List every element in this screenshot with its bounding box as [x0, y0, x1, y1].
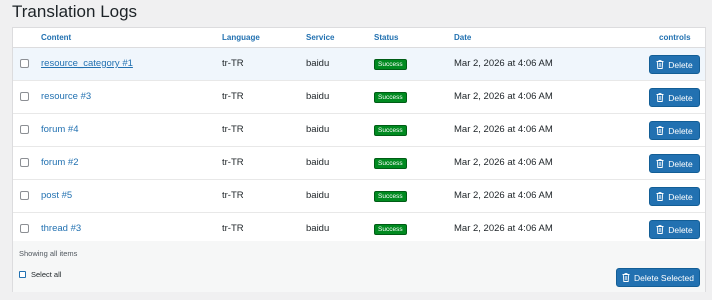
- trash-icon: [622, 273, 630, 282]
- language-cell: tr-TR: [222, 157, 244, 168]
- select-all[interactable]: Select all: [19, 270, 61, 279]
- row-checkbox[interactable]: [20, 59, 29, 68]
- date-cell: Mar 2, 2026 at 4:06 AM: [454, 124, 553, 135]
- status-badge: Success: [374, 125, 407, 136]
- trash-icon: [656, 225, 664, 234]
- table-header: Content Language Service Status Date con…: [13, 28, 705, 48]
- content-link[interactable]: forum #2: [41, 157, 79, 168]
- date-cell: Mar 2, 2026 at 4:06 AM: [454, 157, 553, 168]
- column-header-language[interactable]: Language: [222, 33, 260, 42]
- date-cell: Mar 2, 2026 at 4:06 AM: [454, 190, 553, 201]
- column-header-content[interactable]: Content: [41, 33, 71, 42]
- delete-selected-label: Delete Selected: [633, 272, 694, 283]
- delete-button[interactable]: Delete: [649, 55, 700, 74]
- service-cell: baidu: [306, 58, 330, 69]
- table-row: forum #4 tr-TR baidu Success Mar 2, 2026…: [13, 114, 705, 147]
- trash-icon: [656, 126, 664, 135]
- delete-button[interactable]: Delete: [649, 187, 700, 206]
- delete-button-label: Delete: [668, 92, 693, 103]
- content-link[interactable]: thread #3: [41, 223, 81, 234]
- row-checkbox[interactable]: [20, 224, 29, 233]
- delete-selected-button[interactable]: Delete Selected: [616, 268, 700, 287]
- date-cell: Mar 2, 2026 at 4:06 AM: [454, 223, 553, 234]
- delete-button-label: Delete: [668, 59, 693, 70]
- column-header-date[interactable]: Date: [454, 33, 471, 42]
- table-row: forum #2 tr-TR baidu Success Mar 2, 2026…: [13, 147, 705, 180]
- language-cell: tr-TR: [222, 124, 244, 135]
- select-all-checkbox[interactable]: [19, 271, 26, 278]
- delete-button[interactable]: Delete: [649, 88, 700, 107]
- page-title: Translation Logs: [12, 2, 138, 21]
- translation-logs-table: Content Language Service Status Date con…: [12, 27, 706, 292]
- row-checkbox[interactable]: [20, 191, 29, 200]
- delete-button-label: Delete: [668, 125, 693, 136]
- table-row: resource_category #1 tr-TR baidu Success…: [13, 48, 705, 81]
- delete-button-label: Delete: [668, 224, 693, 235]
- trash-icon: [656, 159, 664, 168]
- status-badge: Success: [374, 191, 407, 202]
- status-badge: Success: [374, 224, 407, 235]
- content-link[interactable]: resource #3: [41, 91, 91, 102]
- date-cell: Mar 2, 2026 at 4:06 AM: [454, 91, 553, 102]
- table-footer: Showing all items Select all Delete Sele…: [13, 241, 705, 292]
- delete-button[interactable]: Delete: [649, 154, 700, 173]
- delete-button[interactable]: Delete: [649, 220, 700, 239]
- trash-icon: [656, 93, 664, 102]
- delete-button-label: Delete: [668, 158, 693, 169]
- status-badge: Success: [374, 158, 407, 169]
- language-cell: tr-TR: [222, 58, 244, 69]
- content-link[interactable]: resource_category #1: [41, 58, 133, 69]
- status-badge: Success: [374, 59, 407, 70]
- table-row: post #5 tr-TR baidu Success Mar 2, 2026 …: [13, 180, 705, 213]
- column-header-controls: controls: [659, 33, 691, 42]
- content-link[interactable]: forum #4: [41, 124, 79, 135]
- language-cell: tr-TR: [222, 223, 244, 234]
- delete-button-label: Delete: [668, 191, 693, 202]
- showing-count: Showing all items: [19, 249, 78, 258]
- language-cell: tr-TR: [222, 91, 244, 102]
- trash-icon: [656, 60, 664, 69]
- service-cell: baidu: [306, 124, 330, 135]
- row-checkbox[interactable]: [20, 158, 29, 167]
- service-cell: baidu: [306, 157, 330, 168]
- table-row: resource #3 tr-TR baidu Success Mar 2, 2…: [13, 81, 705, 114]
- service-cell: baidu: [306, 223, 330, 234]
- select-all-label: Select all: [31, 270, 62, 279]
- service-cell: baidu: [306, 190, 330, 201]
- row-checkbox[interactable]: [20, 92, 29, 101]
- service-cell: baidu: [306, 91, 330, 102]
- content-link[interactable]: post #5: [41, 190, 72, 201]
- date-cell: Mar 2, 2026 at 4:06 AM: [454, 58, 553, 69]
- status-badge: Success: [374, 92, 407, 103]
- trash-icon: [656, 192, 664, 201]
- delete-button[interactable]: Delete: [649, 121, 700, 140]
- column-header-service[interactable]: Service: [306, 33, 334, 42]
- row-checkbox[interactable]: [20, 125, 29, 134]
- column-header-status[interactable]: Status: [374, 33, 398, 42]
- language-cell: tr-TR: [222, 190, 244, 201]
